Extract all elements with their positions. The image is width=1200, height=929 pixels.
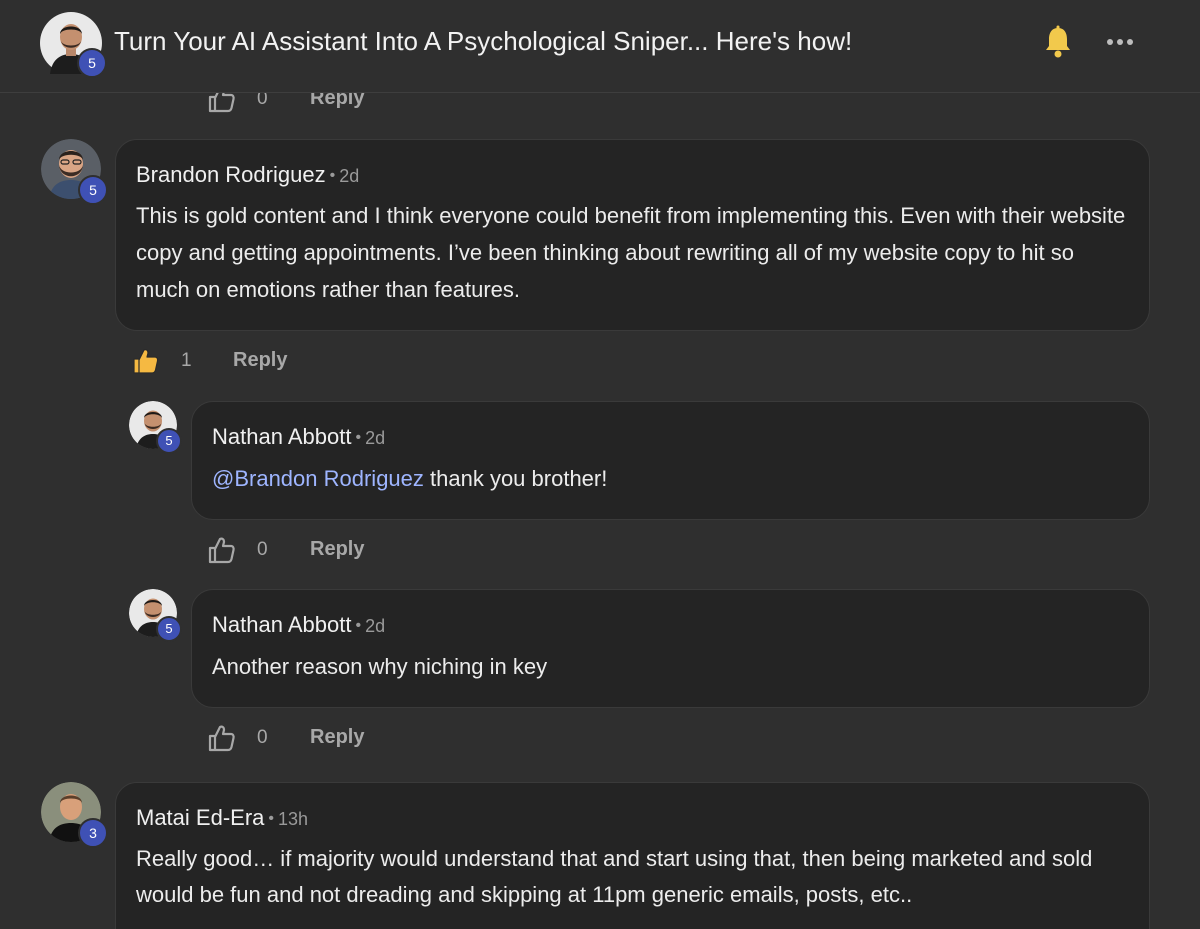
thumbs-up-icon[interactable]: [207, 535, 237, 565]
level-badge: 5: [156, 616, 182, 642]
thumbs-up-icon[interactable]: [207, 723, 237, 753]
user-mention[interactable]: @Brandon Rodriguez: [212, 466, 424, 491]
bell-icon[interactable]: [1043, 25, 1073, 59]
reply-button[interactable]: Reply: [233, 349, 287, 372]
reply-button[interactable]: Reply: [310, 538, 364, 561]
comment-bubble: Nathan Abbott • 2d @Brandon Rodriguez than…: [191, 401, 1150, 520]
comment-author[interactable]: Nathan Abbott: [212, 424, 351, 449]
comment-bubble: Matai Ed-Era • 13h Really good… if majorit…: [115, 782, 1150, 929]
post-title: Turn Your AI Assistant Into A Psychologi…: [114, 26, 853, 56]
comment-bubble: Nathan Abbott • 2d Another reason why nich…: [191, 589, 1150, 708]
comments-page: 0 Reply 5 Turn Your AI Assistant Into A …: [0, 0, 1200, 929]
avatar[interactable]: 5: [129, 589, 182, 642]
separator-dot: •: [268, 810, 274, 827]
comment-body: Really good… if majority would understan…: [136, 846, 1093, 907]
comment-header: Brandon Rodriguez • 2d: [136, 162, 359, 188]
comment-header: Nathan Abbott • 2d: [212, 612, 385, 638]
avatar[interactable]: 3: [41, 782, 108, 848]
separator-dot: •: [329, 167, 336, 184]
comment-time: 2d: [365, 428, 386, 448]
separator-dot: •: [355, 617, 362, 634]
avatar[interactable]: 5: [41, 139, 108, 205]
avatar[interactable]: 5: [129, 401, 182, 454]
comment-actions: 0 Reply: [207, 723, 407, 757]
post-author-avatar[interactable]: 5: [40, 12, 107, 78]
comment-body: @Brandon Rodriguez thank you brother!: [212, 460, 1112, 497]
like-count: 0: [257, 727, 268, 748]
like-count: 1: [181, 350, 192, 371]
level-badge: 3: [78, 818, 108, 848]
level-badge: 5: [156, 428, 182, 454]
comment-author[interactable]: Brandon Rodriguez: [136, 162, 326, 187]
comment-header: Nathan Abbott • 2d: [212, 424, 385, 450]
like-count: 0: [257, 539, 268, 560]
comment-time: 2d: [339, 166, 360, 186]
reply-button[interactable]: Reply: [310, 726, 364, 749]
comment-author[interactable]: Nathan Abbott: [212, 612, 351, 637]
separator-dot: •: [355, 429, 362, 446]
comment-actions: 1 Reply: [131, 346, 331, 380]
comment-time: 2d: [365, 616, 386, 636]
level-badge: 5: [78, 175, 108, 205]
more-options-icon[interactable]: [1103, 30, 1137, 54]
comment-time: 13h: [278, 809, 309, 829]
comment-author[interactable]: Matai Ed-Era: [136, 805, 264, 830]
comment-body: Another reason why niching in key: [212, 654, 548, 679]
comment-header: Matai Ed-Era • 13h: [136, 805, 308, 831]
comment-bubble: Brandon Rodriguez • 2d This is gold conten…: [115, 139, 1150, 331]
comment-text: thank you brother!: [423, 466, 608, 491]
comment-actions: 0 Reply: [207, 535, 407, 569]
level-badge: 5: [77, 48, 107, 78]
comment-body: This is gold content and I think everyon…: [136, 203, 1126, 302]
post-header: 5 Turn Your AI Assistant Into A Psycholo…: [0, 0, 1200, 93]
thumbs-up-icon[interactable]: [131, 346, 161, 376]
